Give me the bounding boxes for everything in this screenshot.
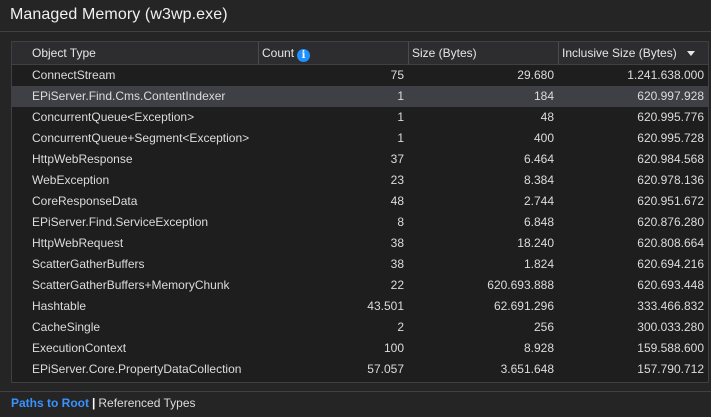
count-cell: 57.057 [367, 362, 404, 376]
object-type-cell: CoreResponseData [32, 194, 138, 208]
info-icon[interactable]: i [297, 49, 311, 62]
column-header-size[interactable]: Size (Bytes) [408, 42, 558, 64]
table-row[interactable]: ScatterGatherBuffers+MemoryChunk 22 620.69… [12, 275, 708, 296]
table-row[interactable]: ConcurrentQueue<Exception> 1 48 620.995.776 [12, 107, 708, 128]
inclusive-size-cell: 620.995.776 [637, 110, 704, 124]
object-type-cell: ScatterGatherBuffers [32, 257, 145, 271]
size-cell: 620.693.888 [487, 278, 554, 292]
table-row[interactable]: EPiServer.Find.ServiceException 8 6.848 620… [12, 212, 708, 233]
footer-divider [0, 391, 711, 392]
footer-links: Paths to Root | Referenced Types [11, 396, 196, 410]
inclusive-size-cell: 620.876.280 [637, 215, 704, 229]
inclusive-size-cell: 159.588.600 [637, 341, 704, 355]
object-type-grid: Object Type Count i Size (Bytes) Inclusiv… [11, 41, 709, 383]
column-header-inclusive-size[interactable]: Inclusive Size (Bytes) [558, 42, 708, 64]
object-type-cell: CacheSingle [32, 320, 101, 334]
count-cell: 75 [390, 68, 404, 82]
inclusive-size-cell: 620.694.216 [637, 257, 704, 271]
table-row[interactable]: HttpWebResponse 37 6.464 620.984.568 [12, 149, 708, 170]
object-type-cell: Hashtable [32, 299, 87, 313]
managed-memory-window: Managed Memory (w3wp.exe) Object Type Co… [0, 0, 711, 417]
count-cell: 1 [397, 131, 404, 145]
object-type-cell: ExecutionContext [32, 341, 127, 355]
count-cell: 1 [397, 89, 404, 103]
grid-rows: ConnectStream 75 29.680 1.241.638.000 EPiSer… [12, 65, 708, 380]
inclusive-size-cell: 620.995.728 [637, 131, 704, 145]
count-cell: 2 [397, 320, 404, 334]
table-row[interactable]: CoreResponseData 48 2.744 620.951.672 [12, 191, 708, 212]
object-type-cell: ConcurrentQueue<Exception> [32, 110, 195, 124]
count-cell: 38 [390, 236, 404, 250]
column-header-label: Inclusive Size (Bytes) [562, 46, 677, 60]
column-header-object-type[interactable]: Object Type [12, 42, 258, 64]
sort-descending-icon[interactable] [686, 51, 695, 56]
count-cell: 37 [390, 152, 404, 166]
count-cell: 100 [383, 341, 404, 355]
object-type-cell: EPiServer.Find.ServiceException [32, 215, 209, 229]
size-cell: 29.680 [517, 68, 554, 82]
inclusive-size-cell: 620.978.136 [637, 173, 704, 187]
object-type-cell: HttpWebResponse [32, 152, 133, 166]
count-cell: 23 [390, 173, 404, 187]
object-type-cell: EPiServer.Find.Cms.ContentIndexer [32, 89, 226, 103]
size-cell: 2.744 [523, 194, 554, 208]
table-row[interactable]: ConnectStream 75 29.680 1.241.638.000 [12, 65, 708, 86]
table-row[interactable]: EPiServer.Core.PropertyDataCollection 57.… [12, 359, 708, 380]
column-header-label: Count [262, 46, 295, 60]
inclusive-size-cell: 300.033.280 [637, 320, 704, 334]
paths-to-root-link[interactable]: Paths to Root [11, 396, 89, 410]
count-cell: 38 [390, 257, 404, 271]
size-cell: 48 [540, 110, 554, 124]
object-type-cell: WebException [32, 173, 110, 187]
count-cell: 43.501 [367, 299, 404, 313]
count-cell: 8 [397, 215, 404, 229]
title-divider [0, 31, 711, 32]
column-header-count[interactable]: Count i [258, 42, 408, 64]
size-cell: 18.240 [517, 236, 554, 250]
object-type-cell: ConcurrentQueue+Segment<Exception> [32, 131, 250, 145]
footer-separator: | [92, 396, 96, 410]
size-cell: 1.824 [523, 257, 554, 271]
size-cell: 6.848 [523, 215, 554, 229]
count-cell: 22 [390, 278, 404, 292]
object-type-cell: EPiServer.Core.PropertyDataCollection [32, 362, 242, 376]
table-row[interactable]: Hashtable 43.501 62.691.296 333.466.832 [12, 296, 708, 317]
inclusive-size-cell: 1.241.638.000 [627, 68, 704, 82]
table-row[interactable]: CacheSingle 2 256 300.033.280 [12, 317, 708, 338]
size-cell: 8.384 [523, 173, 554, 187]
inclusive-size-cell: 620.693.448 [637, 278, 704, 292]
count-cell: 48 [390, 194, 404, 208]
table-row[interactable]: ScatterGatherBuffers 38 1.824 620.694.216 [12, 254, 708, 275]
table-row[interactable]: EPiServer.Find.Cms.ContentIndexer 1 184 620… [12, 86, 708, 107]
inclusive-size-cell: 620.951.672 [637, 194, 704, 208]
object-type-cell: ConnectStream [32, 68, 116, 82]
window-title: Managed Memory (w3wp.exe) [10, 6, 228, 23]
column-header-label: Object Type [32, 46, 96, 60]
inclusive-size-cell: 620.808.664 [637, 236, 704, 250]
column-header-label: Size (Bytes) [412, 46, 477, 60]
count-cell: 1 [397, 110, 404, 124]
size-cell: 8.928 [523, 341, 554, 355]
table-row[interactable]: HttpWebRequest 38 18.240 620.808.664 [12, 233, 708, 254]
inclusive-size-cell: 620.997.928 [637, 89, 704, 103]
object-type-cell: ScatterGatherBuffers+MemoryChunk [32, 278, 230, 292]
inclusive-size-cell: 333.466.832 [637, 299, 704, 313]
grid-header: Object Type Count i Size (Bytes) Inclusiv… [12, 42, 708, 65]
object-type-cell: HttpWebRequest [32, 236, 124, 250]
referenced-types-link[interactable]: Referenced Types [98, 396, 195, 410]
table-row[interactable]: ConcurrentQueue+Segment<Exception> 1 400 62… [12, 128, 708, 149]
inclusive-size-cell: 620.984.568 [637, 152, 704, 166]
size-cell: 62.691.296 [493, 299, 554, 313]
table-row[interactable]: WebException 23 8.384 620.978.136 [12, 170, 708, 191]
size-cell: 6.464 [523, 152, 554, 166]
inclusive-size-cell: 157.790.712 [637, 362, 704, 376]
size-cell: 400 [533, 131, 554, 145]
table-row[interactable]: ExecutionContext 100 8.928 159.588.600 [12, 338, 708, 359]
size-cell: 256 [533, 320, 554, 334]
size-cell: 184 [533, 89, 554, 103]
size-cell: 3.651.648 [500, 362, 554, 376]
